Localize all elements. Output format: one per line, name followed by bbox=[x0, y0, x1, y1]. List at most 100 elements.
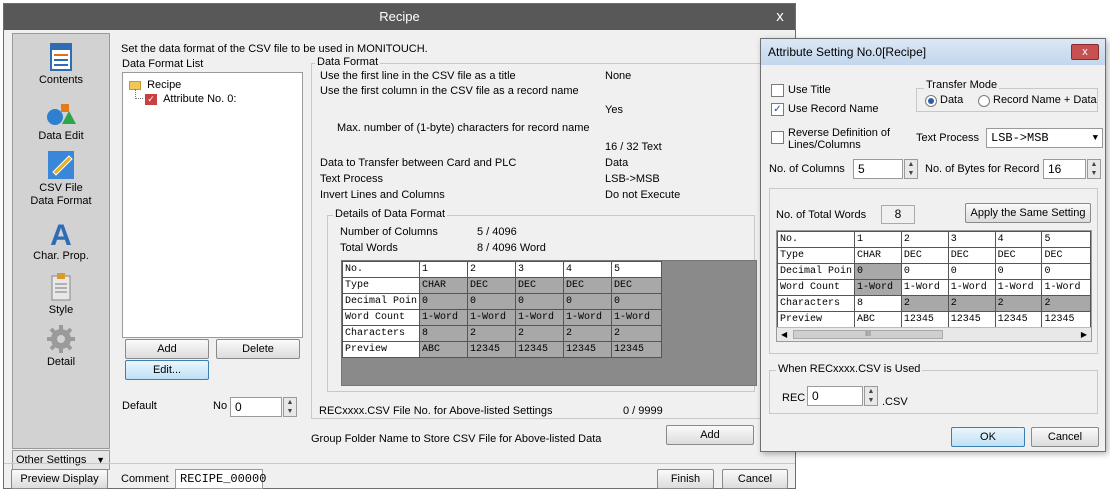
sidebar-item-csv-file-data-format[interactable]: CSV File Data Format bbox=[13, 150, 109, 208]
sidebar-item-char-prop[interactable]: A Char. Prop. bbox=[13, 218, 109, 263]
table-cell[interactable]: 0 bbox=[611, 293, 663, 310]
table-cell[interactable]: 2 bbox=[900, 295, 949, 312]
table-cell[interactable]: DEC bbox=[1041, 247, 1091, 264]
data-format-tree[interactable]: Recipe ✓ Attribute No. 0: bbox=[122, 72, 303, 338]
group-folder-add-button[interactable]: Add bbox=[666, 425, 754, 445]
comment-input[interactable]: RECIPE_00000 bbox=[175, 469, 266, 489]
table-cell[interactable]: 2 bbox=[563, 325, 613, 342]
num-bytes-input[interactable]: 16 bbox=[1043, 159, 1086, 179]
table-cell[interactable]: 0 bbox=[994, 263, 1043, 280]
table-cell[interactable]: 1-Word bbox=[994, 279, 1043, 296]
table-cell[interactable]: 1-Word bbox=[515, 309, 565, 326]
table-cell[interactable]: DEC bbox=[515, 277, 565, 294]
table-cell[interactable]: 12345 bbox=[515, 341, 565, 358]
preview-display-button[interactable]: Preview Display bbox=[11, 469, 108, 489]
table-cell[interactable]: DEC bbox=[994, 247, 1043, 264]
transfer-mode-data-radio[interactable] bbox=[925, 95, 937, 107]
table-cell[interactable]: 0 bbox=[467, 293, 517, 310]
table-cell[interactable]: 2 bbox=[994, 295, 1043, 312]
table-cell[interactable]: 12345 bbox=[611, 341, 663, 358]
text-process-select[interactable]: LSB->MSB ▼ bbox=[986, 128, 1103, 148]
table-cell[interactable]: 1-Word bbox=[1041, 279, 1091, 296]
table-cell[interactable]: 2 bbox=[611, 325, 663, 342]
table-cell[interactable]: 0 bbox=[900, 263, 949, 280]
sidebar-item-style[interactable]: Style bbox=[13, 272, 109, 317]
table-cell[interactable]: 0 bbox=[515, 293, 565, 310]
table-cell[interactable]: 1-Word bbox=[900, 279, 949, 296]
table-cell[interactable]: 12345 bbox=[1041, 311, 1091, 328]
table-cell[interactable]: CHAR bbox=[854, 247, 902, 264]
num-columns-input[interactable]: 5 bbox=[853, 159, 903, 179]
table-cell[interactable]: 12345 bbox=[467, 341, 517, 358]
sidebar-item-data-edit[interactable]: Data Edit bbox=[13, 98, 109, 143]
transfer-mode-record-label: Record Name + Data bbox=[993, 94, 1097, 106]
table-row: Decimal Poin 0 0 0 0 0 bbox=[777, 263, 1091, 280]
table-cell[interactable]: 2 bbox=[515, 325, 565, 342]
table-cell[interactable]: DEC bbox=[900, 247, 949, 264]
delete-button[interactable]: Delete bbox=[216, 339, 300, 359]
table-cell[interactable]: 8 bbox=[419, 325, 469, 342]
table-cell[interactable]: DEC bbox=[947, 247, 996, 264]
dialog-close-button[interactable]: x bbox=[1071, 44, 1099, 60]
table-header-row: No. 1 2 3 4 5 bbox=[341, 261, 663, 278]
char-prop-icon: A bbox=[50, 219, 72, 248]
table-cell[interactable]: 1-Word bbox=[467, 309, 517, 326]
table-cell[interactable]: 12345 bbox=[900, 311, 949, 328]
table-cell[interactable]: 1-Word bbox=[947, 279, 996, 296]
table-cell[interactable]: 2 bbox=[467, 325, 517, 342]
scroll-right-icon[interactable]: ▶ bbox=[1081, 328, 1087, 341]
table-cell[interactable]: ABC bbox=[854, 311, 902, 328]
edit-button[interactable]: Edit... bbox=[125, 360, 209, 380]
table-cell[interactable]: 8 bbox=[854, 295, 902, 312]
ok-button[interactable]: OK bbox=[951, 427, 1025, 447]
table-cell[interactable]: 1-Word bbox=[611, 309, 663, 326]
table-cell[interactable]: 0 bbox=[419, 293, 469, 310]
rec-input[interactable]: 0 bbox=[807, 386, 863, 406]
table-cell[interactable]: 1-Word bbox=[854, 279, 902, 296]
apply-same-setting-button[interactable]: Apply the Same Setting bbox=[965, 203, 1091, 223]
tree-item-attribute-0[interactable]: ✓ Attribute No. 0: bbox=[145, 93, 236, 105]
horizontal-scrollbar[interactable]: ◀ III ▶ bbox=[777, 327, 1091, 341]
window-close-button[interactable]: x bbox=[769, 4, 791, 30]
sidebar-item-label: Data Edit bbox=[38, 130, 84, 142]
table-cell[interactable]: 2 bbox=[947, 295, 996, 312]
table-cell[interactable]: 12345 bbox=[994, 311, 1043, 328]
finish-button[interactable]: Finish bbox=[657, 469, 714, 489]
num-bytes-label: No. of Bytes for Record bbox=[925, 163, 1040, 175]
sidebar-item-detail[interactable]: Detail bbox=[13, 324, 109, 369]
use-record-name-checkbox[interactable]: ✓ bbox=[771, 103, 784, 116]
format-label-title: Use the first line in the CSV file as a … bbox=[320, 70, 516, 82]
table-cell[interactable]: 1-Word bbox=[419, 309, 469, 326]
table-cell[interactable]: 12345 bbox=[947, 311, 996, 328]
num-columns-spinner[interactable]: ▲ ▼ bbox=[904, 159, 918, 179]
table-cell[interactable]: DEC bbox=[563, 277, 613, 294]
transfer-mode-record-radio[interactable] bbox=[978, 95, 990, 107]
table-cell[interactable]: 12345 bbox=[563, 341, 613, 358]
table-cell[interactable]: ABC bbox=[419, 341, 469, 358]
cancel-button[interactable]: Cancel bbox=[722, 469, 788, 489]
dialog-cancel-button[interactable]: Cancel bbox=[1031, 427, 1099, 447]
add-button[interactable]: Add bbox=[125, 339, 209, 359]
default-no-input[interactable]: 0 bbox=[230, 397, 282, 417]
default-no-spinner[interactable]: ▲ ▼ bbox=[283, 397, 297, 417]
use-title-checkbox[interactable] bbox=[771, 84, 784, 97]
table-cell[interactable]: 0 bbox=[563, 293, 613, 310]
scrollbar-thumb[interactable]: III bbox=[793, 330, 943, 339]
table-cell[interactable]: 0 bbox=[947, 263, 996, 280]
num-bytes-spinner[interactable]: ▲ ▼ bbox=[1087, 159, 1101, 179]
sidebar-item-contents[interactable]: Contents bbox=[13, 42, 109, 87]
rec-spinner[interactable]: ▲ ▼ bbox=[864, 386, 878, 406]
table-cell[interactable]: 1-Word bbox=[563, 309, 613, 326]
scroll-left-icon[interactable]: ◀ bbox=[781, 328, 787, 341]
table-cell[interactable]: 2 bbox=[1041, 295, 1091, 312]
table-cell[interactable]: CHAR bbox=[419, 277, 469, 294]
total-words-value: 8 bbox=[881, 205, 915, 224]
table-cell[interactable]: DEC bbox=[611, 277, 663, 294]
reverse-definition-checkbox[interactable] bbox=[771, 131, 784, 144]
tree-item-label: Attribute No. 0: bbox=[163, 93, 237, 105]
table-cell[interactable]: DEC bbox=[467, 277, 517, 294]
table-header-cell: 1 bbox=[854, 231, 902, 248]
other-settings-dropdown[interactable]: Other Settings ▼ bbox=[12, 450, 110, 470]
table-cell[interactable]: 0 bbox=[854, 263, 902, 280]
table-cell[interactable]: 0 bbox=[1041, 263, 1091, 280]
